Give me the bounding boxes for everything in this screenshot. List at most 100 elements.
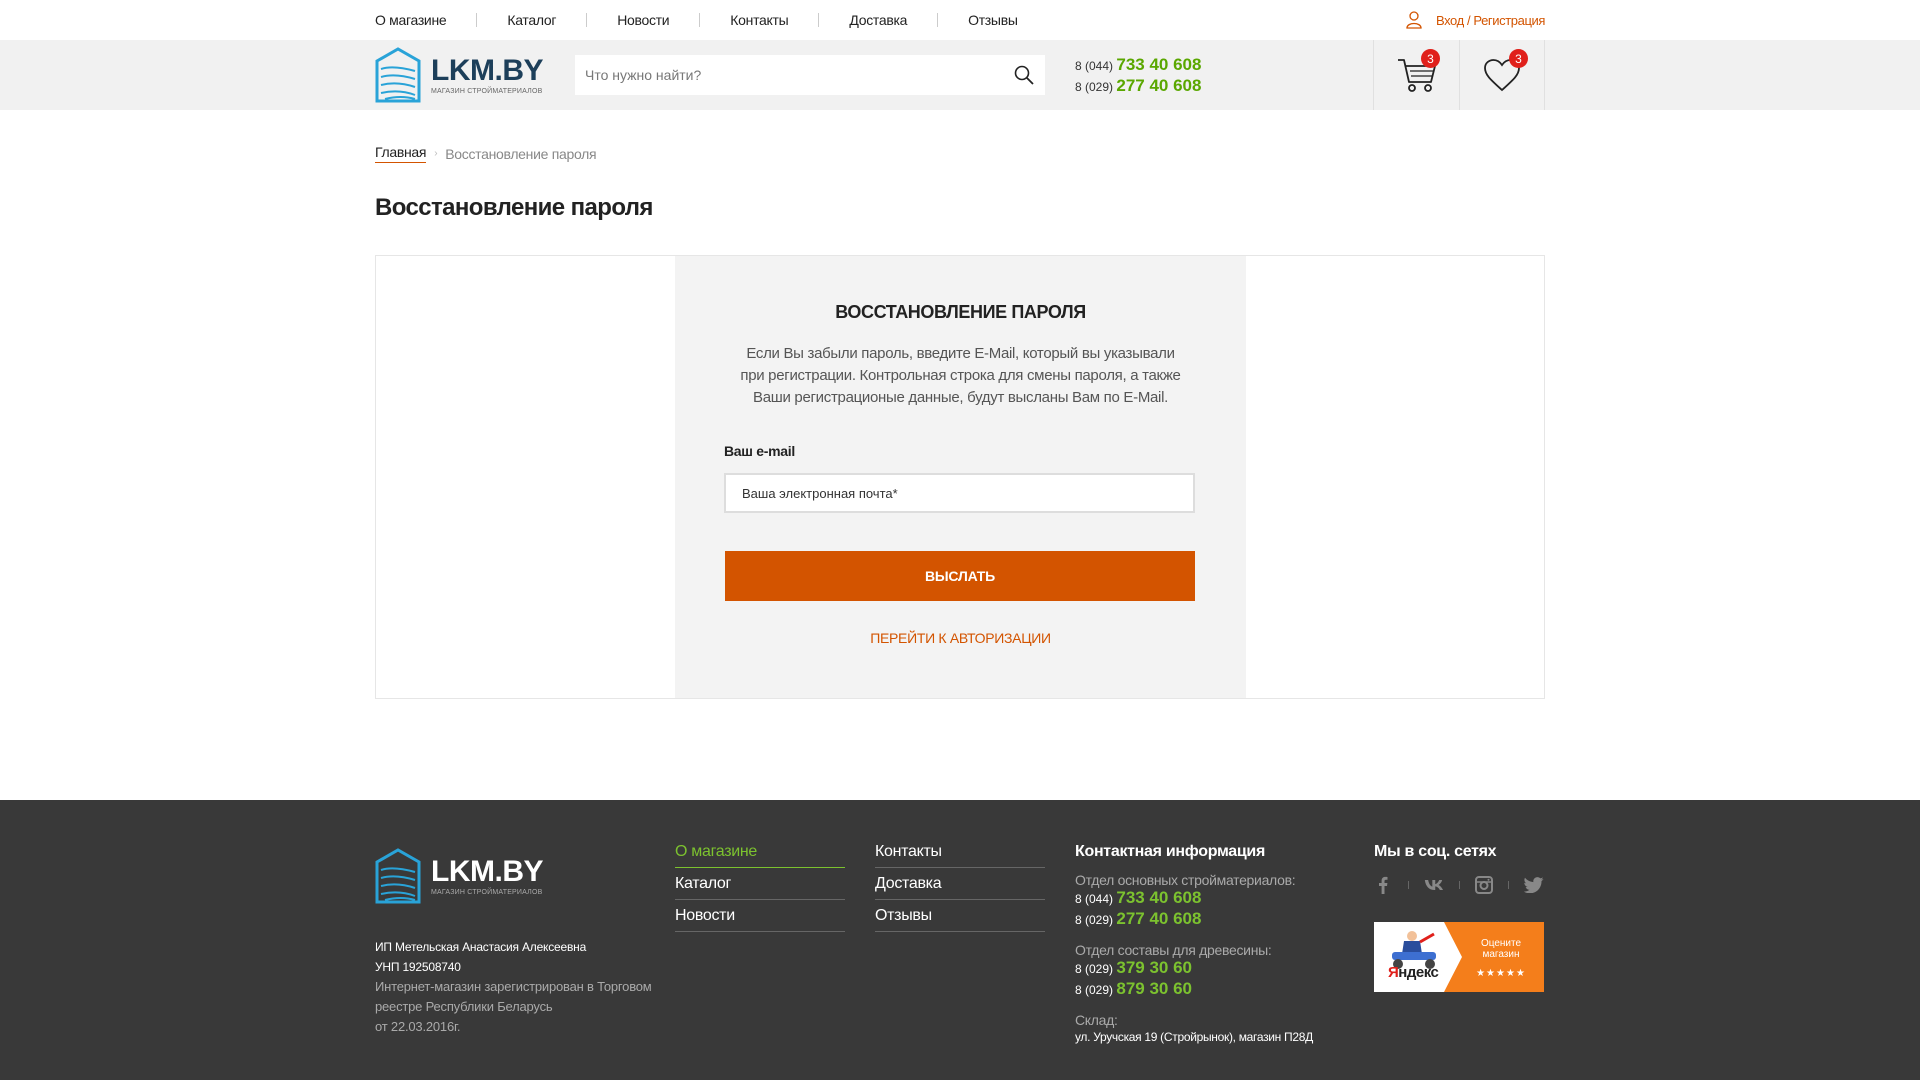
footer-logo-subtitle: МАГАЗИН СТРОЙМАТЕРИАЛОВ (431, 888, 543, 896)
footer-menu-1: О магазине Каталог Новости (675, 836, 845, 932)
header-phone-2[interactable]: 8 (029) 277 40 608 (1075, 76, 1201, 97)
topnav-contacts[interactable]: Контакты (730, 12, 788, 28)
phone-prefix: 8 (029) (1075, 913, 1114, 927)
divider (476, 13, 478, 27)
yandex-rate-block: Оцените магазин ★★★★★ (1444, 922, 1544, 992)
social-icons (1374, 870, 1544, 900)
phone-number: 879 30 60 (1116, 979, 1193, 998)
divider (1508, 881, 1510, 889)
form-title: ВОССТАНОВЛЕНИЕ ПАРОЛЯ (835, 302, 1086, 322)
contacts-title: Контактная информация (1075, 843, 1265, 860)
topnav-news[interactable]: Новости (617, 12, 669, 28)
legal-name: ИП Метельская Анастасия Алексеевна (375, 940, 587, 954)
topnav-reviews[interactable]: Отзывы (968, 12, 1018, 28)
search-input[interactable] (575, 55, 1003, 95)
cart-count-badge: 3 (1421, 49, 1440, 68)
login-label: Вход / Регистрация (1435, 12, 1545, 28)
top-bar: О магазине Каталог Новости Контакты Дост… (0, 0, 1920, 40)
yandex-rate-line: Оцените (1480, 938, 1522, 949)
facebook-icon[interactable] (1374, 875, 1393, 895)
footer-link-catalog[interactable]: Каталог (675, 868, 845, 900)
header-inner: LKM.BY МАГАЗИН СТРОЙМАТЕРИАЛОВ 8 (044) 7… (375, 40, 1545, 110)
password-recovery-panel: ВОССТАНОВЛЕНИЕ ПАРОЛЯ Если Вы забыли пар… (375, 255, 1545, 699)
footer-legal-info: ИП Метельская Анастасия Алексеевна УНП 1… (375, 937, 652, 1037)
divider (586, 13, 588, 27)
phone-prefix: 8 (029) (1075, 962, 1114, 976)
go-to-login-link[interactable]: ПЕРЕЙТИ К АВТОРИЗАЦИИ (675, 630, 1246, 646)
logo-title: LKM.BY (431, 53, 544, 87)
footer-contacts: Контактная информация Отдел основных стр… (1075, 836, 1315, 1044)
instagram-icon[interactable] (1474, 875, 1493, 895)
warehouse-address: ул. Уручская 19 (Стройрынок), магазин П2… (1075, 1030, 1313, 1044)
logo[interactable]: LKM.BY МАГАЗИН СТРОЙМАТЕРИАЛОВ (375, 47, 544, 103)
yandex-brand: Яндекс (1388, 964, 1439, 981)
logo-house-icon (375, 47, 421, 103)
divider (818, 13, 820, 27)
send-button[interactable]: ВЫСЛАТЬ (725, 551, 1195, 601)
user-icon (1406, 11, 1422, 29)
phone-number: 379 30 60 (1116, 958, 1193, 977)
topnav-about[interactable]: О магазине (375, 12, 447, 28)
vk-icon[interactable] (1424, 875, 1444, 895)
yandex-brand-rest: ндекс (1398, 964, 1439, 981)
topnav-catalog[interactable]: Каталог (507, 12, 556, 28)
divider (699, 13, 701, 27)
cart-button[interactable]: 3 (1373, 40, 1459, 110)
divider (1458, 881, 1460, 889)
registry-line: от 22.03.2016г. (375, 1019, 461, 1034)
breadcrumb-current: Восстановление пароля (445, 145, 597, 162)
yandex-rating-badge[interactable]: Яндекс Оцените магазин ★★★★★ (1374, 922, 1544, 992)
unp: УНП 192508740 (375, 960, 461, 974)
footer-phone[interactable]: 8 (029) 379 30 60 (1075, 958, 1315, 979)
logo-subtitle: МАГАЗИН СТРОЙМАТЕРИАЛОВ (431, 87, 543, 95)
phone-prefix: 8 (044) (1075, 892, 1114, 906)
social-title: Мы в соц. сетях (1374, 843, 1497, 860)
footer-logo-title: LKM.BY (431, 854, 544, 888)
footer: LKM.BY МАГАЗИН СТРОЙМАТЕРИАЛОВ ИП Метель… (0, 800, 1920, 1080)
page-title: Восстановление пароля (375, 194, 653, 221)
login-link[interactable]: Вход / Регистрация (1406, 0, 1545, 40)
header-phone-1[interactable]: 8 (044) 733 40 608 (1075, 55, 1201, 76)
breadcrumb: Главная › Восстановление пароля (375, 144, 1545, 163)
rating-stars-icon: ★★★★★ (1476, 968, 1526, 979)
phone-number: 277 40 608 (1116, 909, 1202, 928)
password-recovery-form: ВОССТАНОВЛЕНИЕ ПАРОЛЯ Если Вы забыли пар… (675, 256, 1246, 698)
phone-prefix: 8 (029) (1075, 80, 1114, 94)
footer-phone[interactable]: 8 (029) 879 30 60 (1075, 979, 1315, 1000)
registry-line: Интернет-магазин зарегистрирован в Торго… (375, 979, 652, 994)
divider (937, 13, 939, 27)
warehouse-label: Склад: (1075, 1012, 1118, 1028)
footer-link-about[interactable]: О магазине (675, 836, 845, 868)
footer-link-contacts[interactable]: Контакты (875, 836, 1045, 868)
twitter-icon[interactable] (1524, 875, 1544, 895)
phone-number: 733 40 608 (1116, 888, 1202, 907)
email-field[interactable] (724, 473, 1195, 513)
divider (1407, 881, 1409, 889)
phone-prefix: 8 (044) (1075, 59, 1114, 73)
favorites-count-badge: 3 (1509, 49, 1528, 68)
header: LKM.BY МАГАЗИН СТРОЙМАТЕРИАЛОВ 8 (044) 7… (0, 40, 1920, 110)
search-button[interactable] (1003, 55, 1045, 95)
favorites-button[interactable]: 3 (1459, 40, 1545, 110)
phone-number: 277 40 608 (1116, 76, 1202, 95)
footer-link-reviews[interactable]: Отзывы (875, 900, 1045, 932)
email-label: Ваш e-mail (724, 443, 795, 459)
footer-phone[interactable]: 8 (029) 277 40 608 (1075, 909, 1315, 930)
yandex-logo: Яндекс (1374, 922, 1454, 992)
search-icon (1014, 65, 1034, 85)
topnav-delivery[interactable]: Доставка (849, 12, 907, 28)
footer-link-news[interactable]: Новости (675, 900, 845, 932)
top-navigation: О магазине Каталог Новости Контакты Дост… (375, 0, 1545, 40)
phone-number: 733 40 608 (1116, 55, 1202, 74)
footer-link-delivery[interactable]: Доставка (875, 868, 1045, 900)
search-bar (575, 55, 1045, 95)
footer-logo[interactable]: LKM.BY МАГАЗИН СТРОЙМАТЕРИАЛОВ (375, 848, 544, 904)
breadcrumb-home[interactable]: Главная (375, 144, 426, 163)
yandex-brand-first-letter: Я (1388, 964, 1399, 981)
footer-phone[interactable]: 8 (044) 733 40 608 (1075, 888, 1315, 909)
department-label: Отдел составы для древесины: (1075, 942, 1272, 958)
department-label: Отдел основных стройматериалов: (1075, 872, 1296, 888)
footer-menu-2: Контакты Доставка Отзывы (875, 836, 1045, 932)
header-phones: 8 (044) 733 40 608 8 (029) 277 40 608 (1075, 55, 1201, 97)
registry-line: реестре Республики Беларусь (375, 999, 553, 1014)
